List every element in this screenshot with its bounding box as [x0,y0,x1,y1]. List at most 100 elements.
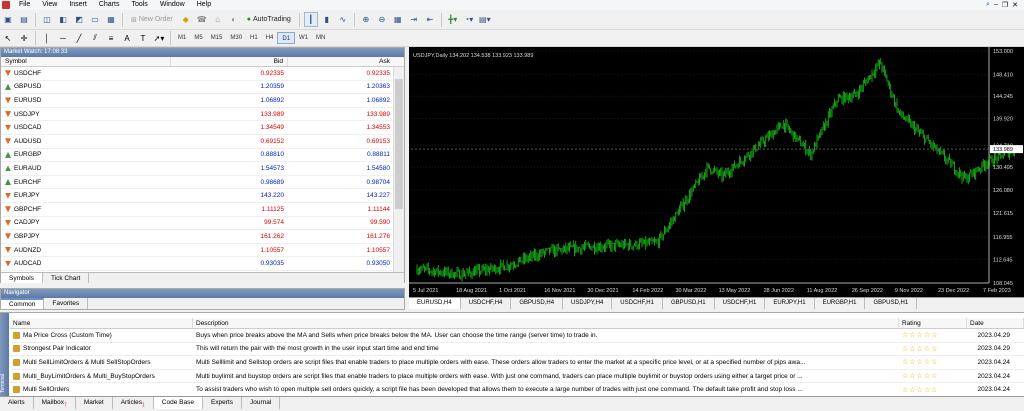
timeframe-m1[interactable]: M1 [174,32,190,44]
market-icon[interactable]: ◐ [227,12,241,27]
minimize-icon[interactable]: – [994,1,998,9]
label-tool-icon[interactable]: T [136,31,150,46]
tab-symbols[interactable]: Symbols [1,273,43,283]
autotrading-button[interactable]: ● AutoTrading [243,12,295,27]
zoom-in-icon[interactable]: ⊕ [359,12,373,27]
signals-icon[interactable]: ☎ [195,12,209,27]
chart-tab[interactable]: GBPUSD,H4 [511,298,564,309]
market-watch-row[interactable]: USDCHF 0.92335 0.92335 [1,67,404,81]
chart-tab[interactable]: EURJPY,H1 [765,298,815,309]
menu-insert[interactable]: Insert [63,0,93,10]
new-order-button[interactable]: ⊞ New Order [127,12,177,27]
zoom-out-icon[interactable]: ⊖ [375,12,389,27]
codebase-row[interactable]: Multi SellLimitOrders & Multi SellStopOr… [10,356,1024,370]
metaeditor-icon[interactable]: ◆ [179,12,193,27]
chart-window[interactable]: 153.000148.410144.245139.920134.710130.4… [409,47,1024,297]
arrows-icon[interactable]: ➚▾ [152,31,166,46]
column-ask[interactable]: Ask [288,57,394,66]
search-icon[interactable]: ⌕ [986,1,990,9]
market-watch-row[interactable]: AUDNZD 1.10557 1.10557 [1,244,404,258]
menu-charts[interactable]: Charts [93,0,126,10]
scrollbar-thumb[interactable] [395,79,403,209]
market-watch-row[interactable]: GBPJPY 161.262 161.276 [1,230,404,244]
chart-shift-icon[interactable]: ⇥ [407,12,421,27]
codebase-row[interactable]: Multi SellOrders To assist traders who wi… [10,383,1024,397]
market-watch-row[interactable]: USDJPY 133.989 133.989 [1,108,404,122]
chart-tab[interactable]: EURGBP,H1 [815,298,866,309]
market-watch-row[interactable]: EURUSD 1.06892 1.06892 [1,94,404,108]
fibonacci-icon[interactable]: ≡ [104,31,118,46]
codebase-row[interactable]: Ma Price Cross (Custom Time) Buys when pr… [10,329,1024,343]
tab-favorites[interactable]: Favorites [44,298,89,309]
market-watch-row[interactable]: EURJPY 143.220 143.227 [1,189,404,203]
price-chart[interactable]: 153.000148.410144.245139.920134.710130.4… [409,47,1024,297]
cursor-icon[interactable]: ↖ [1,31,15,46]
market-watch-row[interactable]: GBPUSD 1.20359 1.20363 [1,81,404,95]
tester-icon[interactable]: ▦ [104,12,118,27]
chart-tab[interactable]: USDCHF,H4 [461,298,512,309]
column-rating[interactable]: Rating [899,318,967,328]
menu-view[interactable]: View [36,0,63,10]
timeframe-h4[interactable]: H4 [262,32,278,44]
tab-mailbox[interactable]: Mailbox7 [34,397,76,409]
data-window-icon[interactable]: ◧ [56,12,70,27]
timeframe-w1[interactable]: W1 [295,32,312,44]
market-watch-row[interactable]: AUDUSD 0.69152 0.69153 [1,135,404,149]
terminal-icon[interactable]: ▭ [88,12,102,27]
menu-help[interactable]: Help [191,0,217,10]
line-chart-icon[interactable]: ∿ [336,12,350,27]
column-name[interactable]: Name [10,318,193,328]
timeframe-d1[interactable]: D1 [277,32,296,44]
timeframe-h1[interactable]: H1 [246,32,262,44]
trendline-icon[interactable]: ╱ [72,31,86,46]
timeframe-mn[interactable]: MN [312,32,329,44]
column-date[interactable]: Date [967,318,1024,328]
navigator-icon[interactable]: ◩ [72,12,86,27]
autoscroll-icon[interactable]: ⇤ [423,12,437,27]
menu-tools[interactable]: Tools [125,0,153,10]
market-watch-row[interactable]: EURCHF 0.98689 0.98704 [1,176,404,190]
market-watch-icon[interactable]: ◫ [40,12,54,27]
chart-tab[interactable]: GBPUSD,H1 [865,298,918,309]
column-bid[interactable]: Bid [171,57,288,66]
tab-common[interactable]: Common [1,298,45,309]
column-description[interactable]: Description [193,318,899,328]
channel-icon[interactable]: ⫽ [88,31,102,46]
market-watch-row[interactable]: EURAUD 1.54573 1.54580 [1,162,404,176]
bar-chart-icon[interactable]: ┃ [303,12,318,27]
chart-tab[interactable]: USDCHF,H1 [612,298,663,309]
tab-code-base[interactable]: Code Base [153,397,203,409]
market-watch-scrollbar[interactable] [393,67,404,272]
menu-file[interactable]: File [13,0,36,10]
periods-icon[interactable]: ◔▾ [462,12,476,27]
vps-icon[interactable]: ⌂ [211,12,225,27]
restore-icon[interactable]: ❐ [1002,1,1008,9]
new-chart-icon[interactable]: ▣ [1,12,15,27]
tab-articles[interactable]: Articles1 [113,397,154,409]
codebase-row[interactable]: Strongest Pair Indicator This will return… [10,343,1024,357]
templates-icon[interactable]: ▤▾ [478,12,492,27]
text-tool-icon[interactable]: A [120,31,134,46]
tab-experts[interactable]: Experts [203,397,242,409]
close-icon[interactable]: ✕ [1012,1,1018,9]
tab-tick-chart[interactable]: Tick Chart [43,273,90,283]
profiles-icon[interactable]: ▤ [17,12,31,27]
chart-tab[interactable]: GBPUSD,H1 [663,298,715,309]
codebase-row[interactable]: Multi_BuyLimitOrders & Multi_BuyStopOrde… [10,370,1024,384]
timeframe-m30[interactable]: M30 [226,32,246,44]
tile-windows-icon[interactable]: ▦ [391,12,405,27]
tab-market[interactable]: Market [76,397,113,409]
vertical-line-icon[interactable]: │ [40,31,54,46]
market-watch-row[interactable]: CADJPY 99.574 99.590 [1,217,404,231]
timeframe-m15[interactable]: M15 [207,32,227,44]
tab-alerts[interactable]: Alerts [0,397,34,409]
candlestick-icon[interactable]: ▮ [320,12,334,27]
timeframe-m5[interactable]: M5 [190,32,206,44]
indicators-icon[interactable]: ╋▾ [446,12,460,27]
market-watch-row[interactable]: AUDCAD 0.93035 0.93050 [1,257,404,271]
chart-tab[interactable]: EURUSD,H4 [409,298,461,309]
tab-journal[interactable]: Journal [242,397,281,409]
market-watch-row[interactable]: EURGBP 0.88810 0.88811 [1,149,404,163]
chart-tab[interactable]: USDCHF,H1 [715,298,766,309]
menu-window[interactable]: Window [154,0,191,10]
